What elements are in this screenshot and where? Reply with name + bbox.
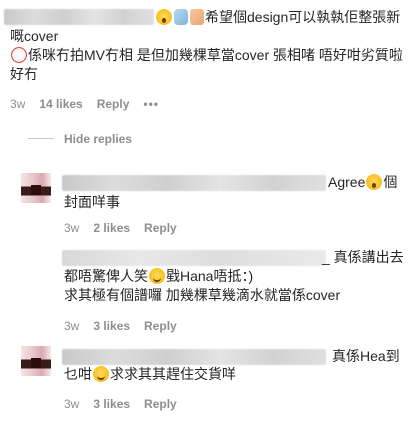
parent-comment-line-2: 嘅cover	[10, 28, 59, 44]
reply-button[interactable]: Reply	[144, 221, 177, 235]
comment-time: 3w	[64, 319, 80, 333]
comment-time: 3w	[10, 97, 26, 111]
reply-2-meta: 3w 3 likes Reply	[64, 318, 191, 334]
reply-3-line-2: 乜咁 求求其其趕住交貨咩	[64, 364, 236, 384]
blurred-username	[62, 250, 326, 266]
shocked-face-icon	[156, 9, 172, 25]
reply-1-suffix-end: 個	[383, 174, 398, 190]
shocked-face-icon	[366, 174, 383, 190]
like-count[interactable]: 3 likes	[93, 319, 130, 333]
like-count[interactable]: 3 likes	[93, 397, 130, 411]
avatar[interactable]	[21, 346, 51, 376]
comment-time: 3w	[64, 397, 80, 411]
parent-comment-text-1: 希望個design可以執執佢整張新	[205, 9, 401, 25]
reply-button[interactable]: Reply	[97, 97, 130, 111]
reply-1-suffix: Agree	[328, 174, 366, 190]
reply-3-text-2b: 求求其其趕住交貨咩	[110, 366, 236, 382]
clown-face-icon	[11, 47, 27, 63]
wind-icon	[174, 9, 188, 25]
comment-time: 3w	[64, 221, 80, 235]
reply-button[interactable]: Reply	[144, 397, 177, 411]
parent-comment-line-4: 好冇	[10, 66, 38, 82]
reply-button[interactable]: Reply	[144, 319, 177, 333]
more-options-button[interactable]: •••	[143, 97, 159, 111]
parent-comment-line-3: 係咪冇拍MV冇相 是但加幾棵草當cover 張相啫 唔好咁劣質啦	[10, 45, 403, 65]
reply-2-text-2b: 戥Hana唔抵：)	[166, 268, 254, 284]
avatar[interactable]	[21, 173, 51, 203]
reply-3-text-2a: 乜咁	[64, 366, 92, 382]
reply-3-line-1: 真係Hea到	[332, 348, 400, 364]
reply-2-line-2: 都唔驚俾人笑 戥Hana唔抵：)	[64, 266, 253, 286]
parent-comment-meta: 3w 14 likes Reply •••	[10, 96, 173, 112]
reply-2-text-2a: 都唔驚俾人笑	[64, 268, 148, 284]
hide-replies-divider	[28, 138, 54, 139]
reply-1-line-1: Agree 個	[328, 172, 397, 192]
grinning-face-icon	[93, 366, 109, 382]
hide-replies-button[interactable]: Hide replies	[64, 131, 132, 147]
blurred-username	[4, 9, 154, 25]
folded-hands-icon	[190, 9, 204, 25]
grinning-face-icon	[149, 268, 165, 284]
reply-3-meta: 3w 3 likes Reply	[64, 396, 191, 412]
reply-2-line-1: _ 真係講出去	[322, 249, 404, 265]
parent-comment-line-1: 希望個design可以執執佢整張新	[155, 7, 400, 27]
blurred-username	[62, 349, 326, 365]
reply-2-line-3: 求其極有個譜囉 加幾棵草幾滴水就當係cover	[64, 287, 341, 303]
reply-1-meta: 3w 2 likes Reply	[64, 220, 191, 236]
reply-1-line-2: 封面咩事	[64, 194, 120, 210]
blurred-username	[62, 175, 326, 191]
parent-comment-text-3: 係咪冇拍MV冇相 是但加幾棵草當cover 張相啫 唔好咁劣質啦	[28, 47, 403, 63]
like-count[interactable]: 2 likes	[93, 221, 130, 235]
like-count[interactable]: 14 likes	[39, 97, 82, 111]
